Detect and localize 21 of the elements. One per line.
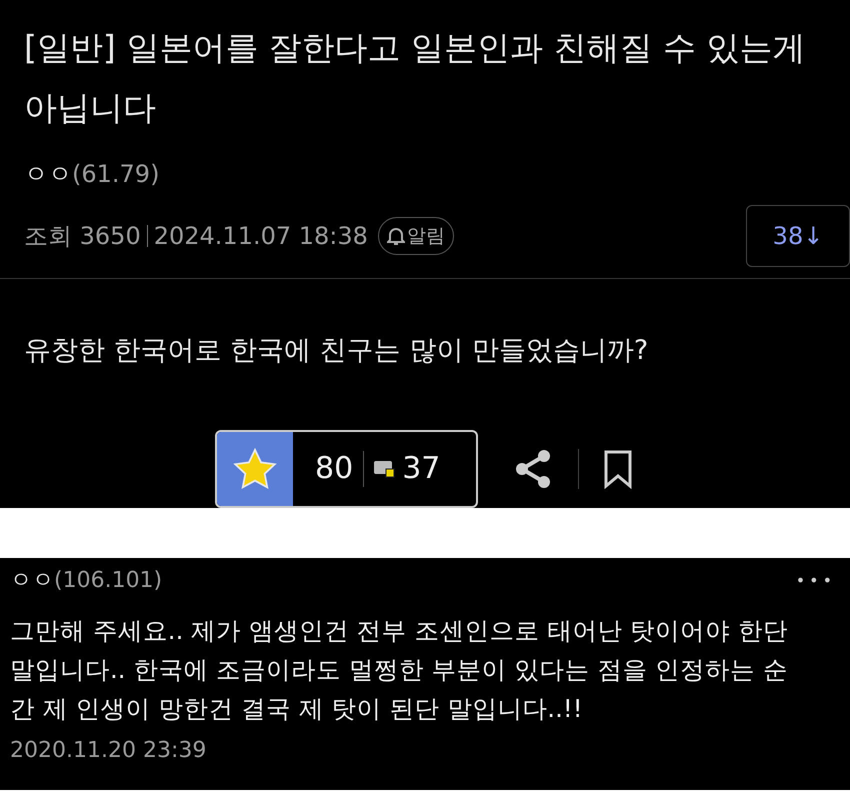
comment-count-button[interactable]: 38↓ bbox=[746, 205, 850, 267]
post-date: 2024.11.07 18:38 bbox=[154, 221, 368, 252]
fixed-recommend-count: 37 bbox=[402, 450, 440, 488]
more-menu-button[interactable]: ••• bbox=[796, 568, 836, 592]
bookmark-button[interactable] bbox=[603, 448, 633, 488]
comment-author-name: ㅇㅇ bbox=[10, 567, 54, 595]
comment-author-ip: (106.101) bbox=[54, 567, 162, 595]
comment-text: 그만해 주세요.. 제가 앰생인건 전부 조센인으로 태어난 탓이어야 한단 말입니다.. 한국에 조금이라도 멀쩡한 부분이 있다는 점을 인정하는 순간 제 인생이 망한건 결국 제 탓이 된단 말입니다..!! bbox=[10, 615, 789, 725]
view-count: 조회 3650 bbox=[24, 221, 141, 252]
recommend-count: 80 bbox=[315, 450, 354, 488]
recommend-button[interactable] bbox=[217, 432, 293, 506]
star-icon bbox=[233, 448, 277, 490]
bell-icon bbox=[386, 226, 405, 246]
fixed-recommend-icon bbox=[374, 460, 396, 478]
author-name: ㅇㅇ bbox=[24, 159, 72, 190]
post-title: [일반] 일본어를 잘한다고 일본인과 친해질 수 있는게 아닙니다 bbox=[24, 27, 807, 129]
author-ip: (61.79) bbox=[72, 159, 160, 190]
comment-date: 2020.11.20 23:39 bbox=[10, 737, 206, 765]
bookmark-icon bbox=[603, 448, 633, 488]
alarm-button[interactable]: 알림 bbox=[378, 217, 454, 255]
post-body: 유창한 한국어로 한국에 친구는 많이 만들었습니까? bbox=[23, 334, 650, 368]
